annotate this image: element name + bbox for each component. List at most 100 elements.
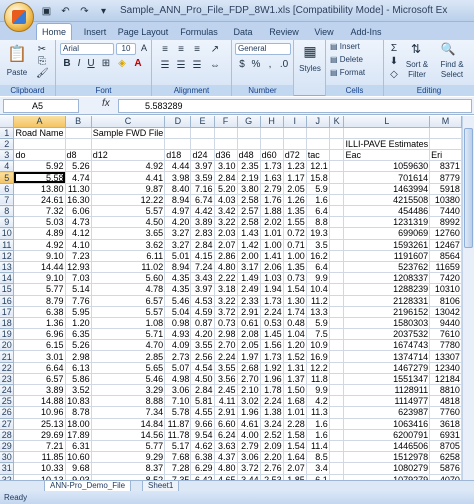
cell[interactable]: 1593261 [343, 239, 431, 251]
row-header[interactable]: 8 [0, 205, 15, 218]
cell[interactable]: 6.31 [65, 440, 92, 453]
cell[interactable]: 11.02 [91, 261, 166, 274]
cell[interactable]: 2.58 [237, 216, 261, 229]
cell[interactable]: 12760 [429, 227, 462, 240]
cell[interactable]: 4.2 [306, 395, 330, 408]
cell[interactable]: 3.17 [237, 261, 261, 274]
cell[interactable]: 2128331 [343, 295, 431, 307]
format-painter-icon[interactable]: 🖌 [36, 68, 49, 79]
cell[interactable]: 11.78 [164, 429, 192, 441]
cell[interactable]: 1.6 [306, 418, 330, 430]
cell[interactable]: do [13, 149, 66, 162]
cell[interactable]: 6.35 [65, 328, 92, 341]
cell[interactable]: 6200791 [343, 429, 431, 441]
cell[interactable]: 3.89 [190, 216, 215, 229]
cell[interactable]: 1231319 [343, 216, 431, 229]
cell[interactable]: 12184 [429, 373, 462, 386]
tab-insert[interactable]: Insert [78, 24, 112, 40]
cell[interactable]: 2.58 [237, 194, 261, 207]
cell[interactable]: 1580303 [343, 317, 431, 330]
undo-icon[interactable]: ↶ [59, 5, 72, 18]
row-header[interactable]: 27 [0, 418, 15, 430]
cell[interactable]: 13.80 [13, 183, 66, 195]
cell[interactable]: 0.98 [164, 317, 192, 330]
cell[interactable]: 3.02 [237, 395, 261, 408]
cell[interactable]: 1.94 [260, 283, 284, 296]
cell[interactable]: 3.98 [164, 171, 192, 184]
cell[interactable]: 701614 [343, 171, 431, 184]
cell[interactable]: 4215508 [343, 194, 431, 207]
cell[interactable]: 4.80 [214, 261, 238, 274]
cell[interactable]: 1.03 [260, 272, 284, 285]
cell[interactable]: 1.76 [260, 194, 284, 207]
cell[interactable]: 3.55 [214, 362, 238, 374]
cell[interactable]: 4.44 [164, 160, 192, 173]
tab-data[interactable]: Data [228, 24, 258, 40]
cell[interactable]: 8371 [429, 160, 462, 173]
cell[interactable]: 7.5 [306, 328, 330, 341]
cell[interactable] [329, 138, 345, 151]
cell[interactable] [283, 138, 307, 151]
cell[interactable]: 9.10 [13, 272, 66, 285]
vertical-scrollbar[interactable] [462, 116, 474, 480]
cell[interactable] [329, 283, 345, 296]
cell[interactable]: 2.84 [190, 239, 215, 251]
cell[interactable]: 2.57 [237, 205, 261, 218]
cell[interactable]: 5876 [429, 462, 462, 475]
cell[interactable]: d72 [283, 149, 307, 162]
cell[interactable]: 1128911 [343, 384, 431, 397]
cell[interactable]: 0.87 [190, 317, 215, 330]
cell[interactable]: 2.07 [283, 462, 307, 475]
cell[interactable]: 4.15 [190, 250, 215, 262]
cell[interactable]: 3.55 [190, 339, 215, 352]
cell[interactable] [329, 149, 345, 162]
cell[interactable]: 7.03 [65, 272, 92, 285]
cell[interactable]: 10.4 [306, 283, 330, 296]
cell[interactable]: 12.2 [306, 362, 330, 374]
cell[interactable]: 3.06 [164, 384, 192, 397]
cell[interactable]: 1.68 [283, 395, 307, 408]
cell[interactable]: d18 [164, 149, 192, 162]
cell[interactable]: d8 [65, 149, 92, 162]
cell[interactable] [329, 250, 345, 262]
cell[interactable]: 4.00 [237, 429, 261, 441]
cell[interactable]: 2.22 [214, 272, 238, 285]
paste-button[interactable]: Paste [4, 68, 30, 80]
cell[interactable]: 1512978 [343, 451, 431, 464]
row-header[interactable]: 23 [0, 373, 15, 386]
cell[interactable]: 4.89 [13, 227, 66, 240]
cell[interactable]: 2196152 [343, 306, 431, 318]
cell[interactable]: 11.30 [65, 183, 92, 195]
row-header[interactable]: 9 [0, 216, 15, 229]
cell[interactable]: 1063416 [343, 418, 431, 430]
cell[interactable]: 8564 [429, 250, 462, 262]
cell[interactable]: 5.57 [91, 306, 166, 318]
cell[interactable]: 1.73 [260, 350, 284, 363]
cell[interactable]: 3.4 [306, 462, 330, 475]
sort-filter-icon[interactable]: ⇅ [408, 42, 424, 56]
cell[interactable]: 2.85 [91, 350, 166, 363]
cell[interactable]: 13.3 [306, 306, 330, 318]
cell[interactable]: 3.5 [306, 239, 330, 251]
cell[interactable]: 1.97 [237, 350, 261, 363]
cell[interactable]: 6.24 [214, 429, 238, 441]
cell[interactable]: 3.06 [237, 451, 261, 464]
cell[interactable]: 10310 [429, 283, 462, 296]
cell[interactable]: 25.13 [13, 418, 66, 430]
formula-input[interactable]: 5.583289 [118, 99, 472, 113]
name-box[interactable]: A5 [3, 99, 79, 113]
merge-center-icon[interactable]: ⇔ [208, 60, 222, 71]
cell[interactable]: 5.57 [91, 205, 166, 218]
align-right-icon[interactable]: ☰ [190, 60, 204, 71]
row-header[interactable]: 11 [0, 239, 15, 251]
cell[interactable]: 9.10 [13, 250, 66, 262]
cell[interactable]: Eac [343, 149, 431, 162]
cell[interactable]: 2.05 [283, 183, 307, 195]
cell[interactable]: 454486 [343, 205, 431, 218]
cell[interactable] [343, 127, 431, 139]
cell[interactable]: 2.24 [214, 350, 238, 363]
cell[interactable]: 8.94 [164, 261, 192, 274]
cell[interactable]: 2.35 [237, 160, 261, 173]
cell[interactable]: 1.17 [283, 171, 307, 184]
cell[interactable]: 1.23 [283, 160, 307, 173]
